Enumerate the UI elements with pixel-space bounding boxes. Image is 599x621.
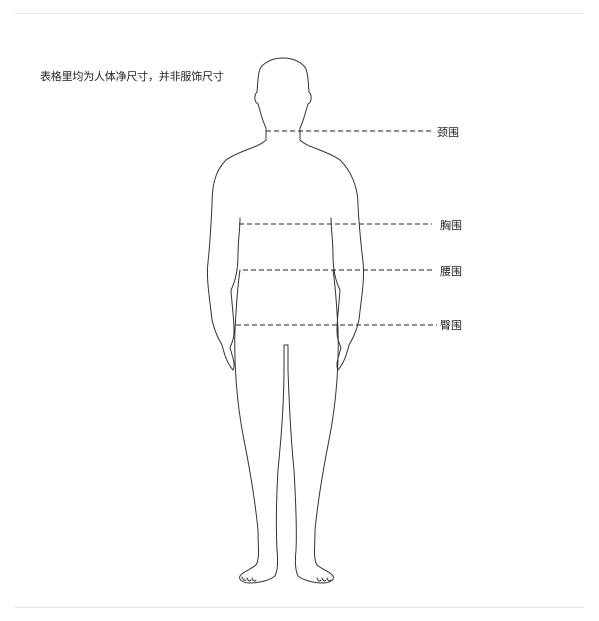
left-leg-outline — [234, 269, 339, 584]
waist-label: 腰围 — [440, 265, 462, 278]
hip-label: 臀围 — [440, 319, 462, 332]
body-outline-figure — [207, 57, 437, 584]
head-outline — [254, 57, 312, 129]
right-toes — [316, 577, 332, 582]
left-body-outline — [207, 127, 267, 371]
neck-label: 颈围 — [437, 126, 459, 139]
bottom-divider — [15, 607, 584, 608]
left-toes — [241, 576, 257, 582]
right-body-outline — [299, 127, 364, 371]
chest-label: 胸围 — [440, 219, 462, 232]
